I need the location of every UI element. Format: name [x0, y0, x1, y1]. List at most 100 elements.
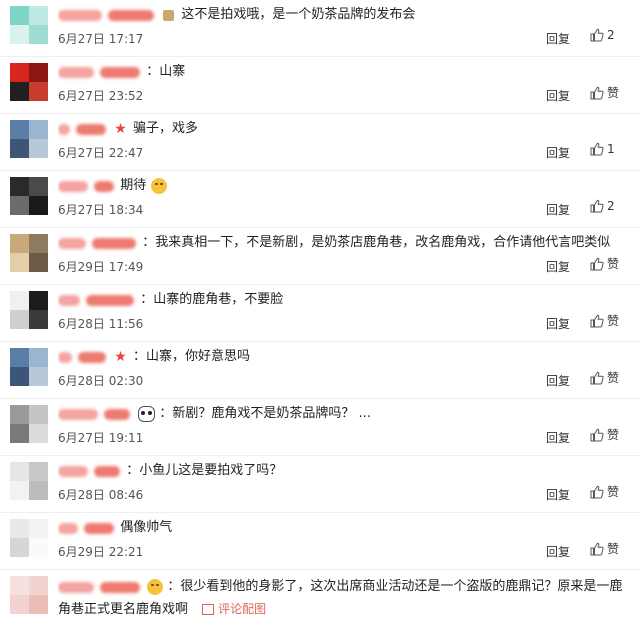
reply-button[interactable]: 回复 [546, 30, 570, 47]
username-blur[interactable] [84, 522, 115, 534]
comment-row: ：新剧？鹿角戏不是奶茶品牌吗？ ... 6月27日 19:11 回复 赞 [0, 399, 640, 456]
comment-row-last: ：很少看到他的身影了，这次出席商业活动还是一个盗版的鹿鼎记？原来是一鹿 角巷正式… [0, 570, 640, 632]
comment-text: ：很少看到他的身影了，这次出席商业活动还是一个盗版的鹿鼎记？原来是一鹿 [167, 579, 623, 594]
like-button[interactable]: 赞 [590, 255, 619, 272]
username-blur[interactable] [86, 294, 135, 306]
comment-line: ：山寨 [58, 61, 632, 83]
reply-button[interactable]: 回复 [546, 429, 570, 446]
username-blur[interactable] [58, 123, 70, 135]
comment-row: ★ 骗子，戏多 6月27日 22:47 回复 1 [0, 114, 640, 171]
comment-text: 偶像帅气 [120, 520, 173, 535]
like-button[interactable]: 2 [590, 27, 615, 42]
username-blur[interactable] [58, 408, 98, 420]
comment-line: ★ 骗子，戏多 [58, 118, 632, 140]
like-count: 2 [607, 27, 615, 42]
username-blur[interactable] [92, 237, 137, 249]
comment-text: 骗子，戏多 [132, 121, 198, 136]
comment-date: 6月29日 22:21 [58, 545, 144, 559]
username-blur[interactable] [58, 522, 78, 534]
username-blur[interactable] [76, 123, 107, 135]
like-count: 赞 [607, 485, 620, 499]
like-count: 赞 [607, 86, 620, 100]
avatar[interactable] [10, 6, 48, 44]
comment-line: 这不是拍戏哦，是一个奶茶品牌的发布会 [58, 4, 632, 26]
avatar[interactable] [10, 234, 48, 272]
comment-text: ：小鱼儿这是要拍戏了吗？ [126, 463, 283, 478]
username-blur[interactable] [100, 66, 141, 78]
avatar[interactable] [10, 120, 48, 158]
comment-row: ：山寨 6月27日 23:52 回复 赞 [0, 57, 640, 114]
like-count: 2 [607, 198, 615, 213]
username-blur[interactable] [104, 408, 131, 420]
emoji-icon [147, 579, 164, 595]
avatar[interactable] [10, 348, 48, 386]
comment-line: ：新剧？鹿角戏不是奶茶品牌吗？ ... [58, 403, 632, 425]
avatar[interactable] [10, 576, 48, 614]
like-button[interactable]: 赞 [590, 426, 619, 443]
avatar[interactable] [10, 291, 48, 329]
reply-button[interactable]: 回复 [546, 372, 570, 389]
reply-button[interactable]: 回复 [546, 87, 570, 104]
comment-text: ：山寨，你好意思吗 [132, 349, 250, 364]
thumbs-up-icon [590, 428, 604, 441]
comment-date: 6月27日 22:47 [58, 146, 144, 160]
comment-row: ：小鱼儿这是要拍戏了吗？ 6月28日 08:46 回复 赞 [0, 456, 640, 513]
comment-image-link[interactable]: 评论配图 [202, 602, 266, 616]
comment-date: 6月29日 17:49 [58, 260, 144, 274]
comment-row: 这不是拍戏哦，是一个奶茶品牌的发布会 6月27日 17:17 回复 2 [0, 0, 640, 57]
comment-line: ：山寨的鹿角巷，不要脸 [58, 289, 632, 311]
star-icon: ★ [114, 121, 127, 137]
avatar[interactable] [10, 519, 48, 557]
avatar[interactable] [10, 462, 48, 500]
reply-button[interactable]: 回复 [546, 201, 570, 218]
like-count: 赞 [607, 542, 620, 556]
username-blur[interactable] [58, 581, 94, 593]
username-blur[interactable] [108, 9, 155, 21]
thumbs-up-icon [590, 199, 604, 212]
like-count: 1 [607, 141, 615, 156]
comment-date: 6月28日 08:46 [58, 488, 144, 502]
comment-date: 6月27日 23:52 [58, 89, 144, 103]
avatar[interactable] [10, 405, 48, 443]
comment-date: 6月28日 02:30 [58, 374, 144, 388]
thumbs-up-icon [590, 142, 604, 155]
like-count: 赞 [607, 314, 620, 328]
reply-button[interactable]: 回复 [546, 486, 570, 503]
reply-button[interactable]: 回复 [546, 258, 570, 275]
comment-date: 6月28日 11:56 [58, 317, 144, 331]
username-blur[interactable] [100, 581, 141, 593]
star-icon: ★ [114, 349, 127, 365]
username-blur[interactable] [58, 66, 94, 78]
username-blur[interactable] [58, 180, 88, 192]
comment-row: ：山寨的鹿角巷，不要脸 6月28日 11:56 回复 赞 [0, 285, 640, 342]
like-button[interactable]: 赞 [590, 483, 619, 500]
avatar[interactable] [10, 177, 48, 215]
reply-button[interactable]: 回复 [546, 543, 570, 560]
comment-line: ★ ：山寨，你好意思吗 [58, 346, 632, 368]
reply-button[interactable]: 回复 [546, 315, 570, 332]
like-button[interactable]: 赞 [590, 369, 619, 386]
avatar[interactable] [10, 63, 48, 101]
thumbs-up-icon [590, 28, 604, 41]
username-blur[interactable] [78, 351, 107, 363]
username-blur[interactable] [58, 9, 102, 21]
comment-line: ：很少看到他的身影了，这次出席商业活动还是一个盗版的鹿鼎记？原来是一鹿 [58, 576, 632, 598]
comment-date: 6月27日 19:11 [58, 431, 144, 445]
username-blur[interactable] [58, 294, 80, 306]
reply-button[interactable]: 回复 [546, 144, 570, 161]
like-button[interactable]: 1 [590, 141, 615, 156]
username-blur[interactable] [58, 351, 72, 363]
smile-emoji-icon [151, 178, 168, 194]
like-button[interactable]: 赞 [590, 540, 619, 557]
username-blur[interactable] [58, 237, 86, 249]
like-button[interactable]: 赞 [590, 312, 619, 329]
username-blur[interactable] [58, 465, 88, 477]
like-button[interactable]: 赞 [590, 84, 619, 101]
username-blur[interactable] [94, 180, 115, 192]
comment-line: ：我来真相一下，不是新剧，是奶茶店鹿角巷，改名鹿角戏，合作请他代言吧类似 [58, 232, 632, 254]
thumbs-up-icon [590, 86, 604, 99]
comment-date: 6月27日 17:17 [58, 32, 144, 46]
username-blur[interactable] [94, 465, 121, 477]
like-button[interactable]: 2 [590, 198, 615, 213]
comment-row: ：我来真相一下，不是新剧，是奶茶店鹿角巷，改名鹿角戏，合作请他代言吧类似 6月2… [0, 228, 640, 285]
